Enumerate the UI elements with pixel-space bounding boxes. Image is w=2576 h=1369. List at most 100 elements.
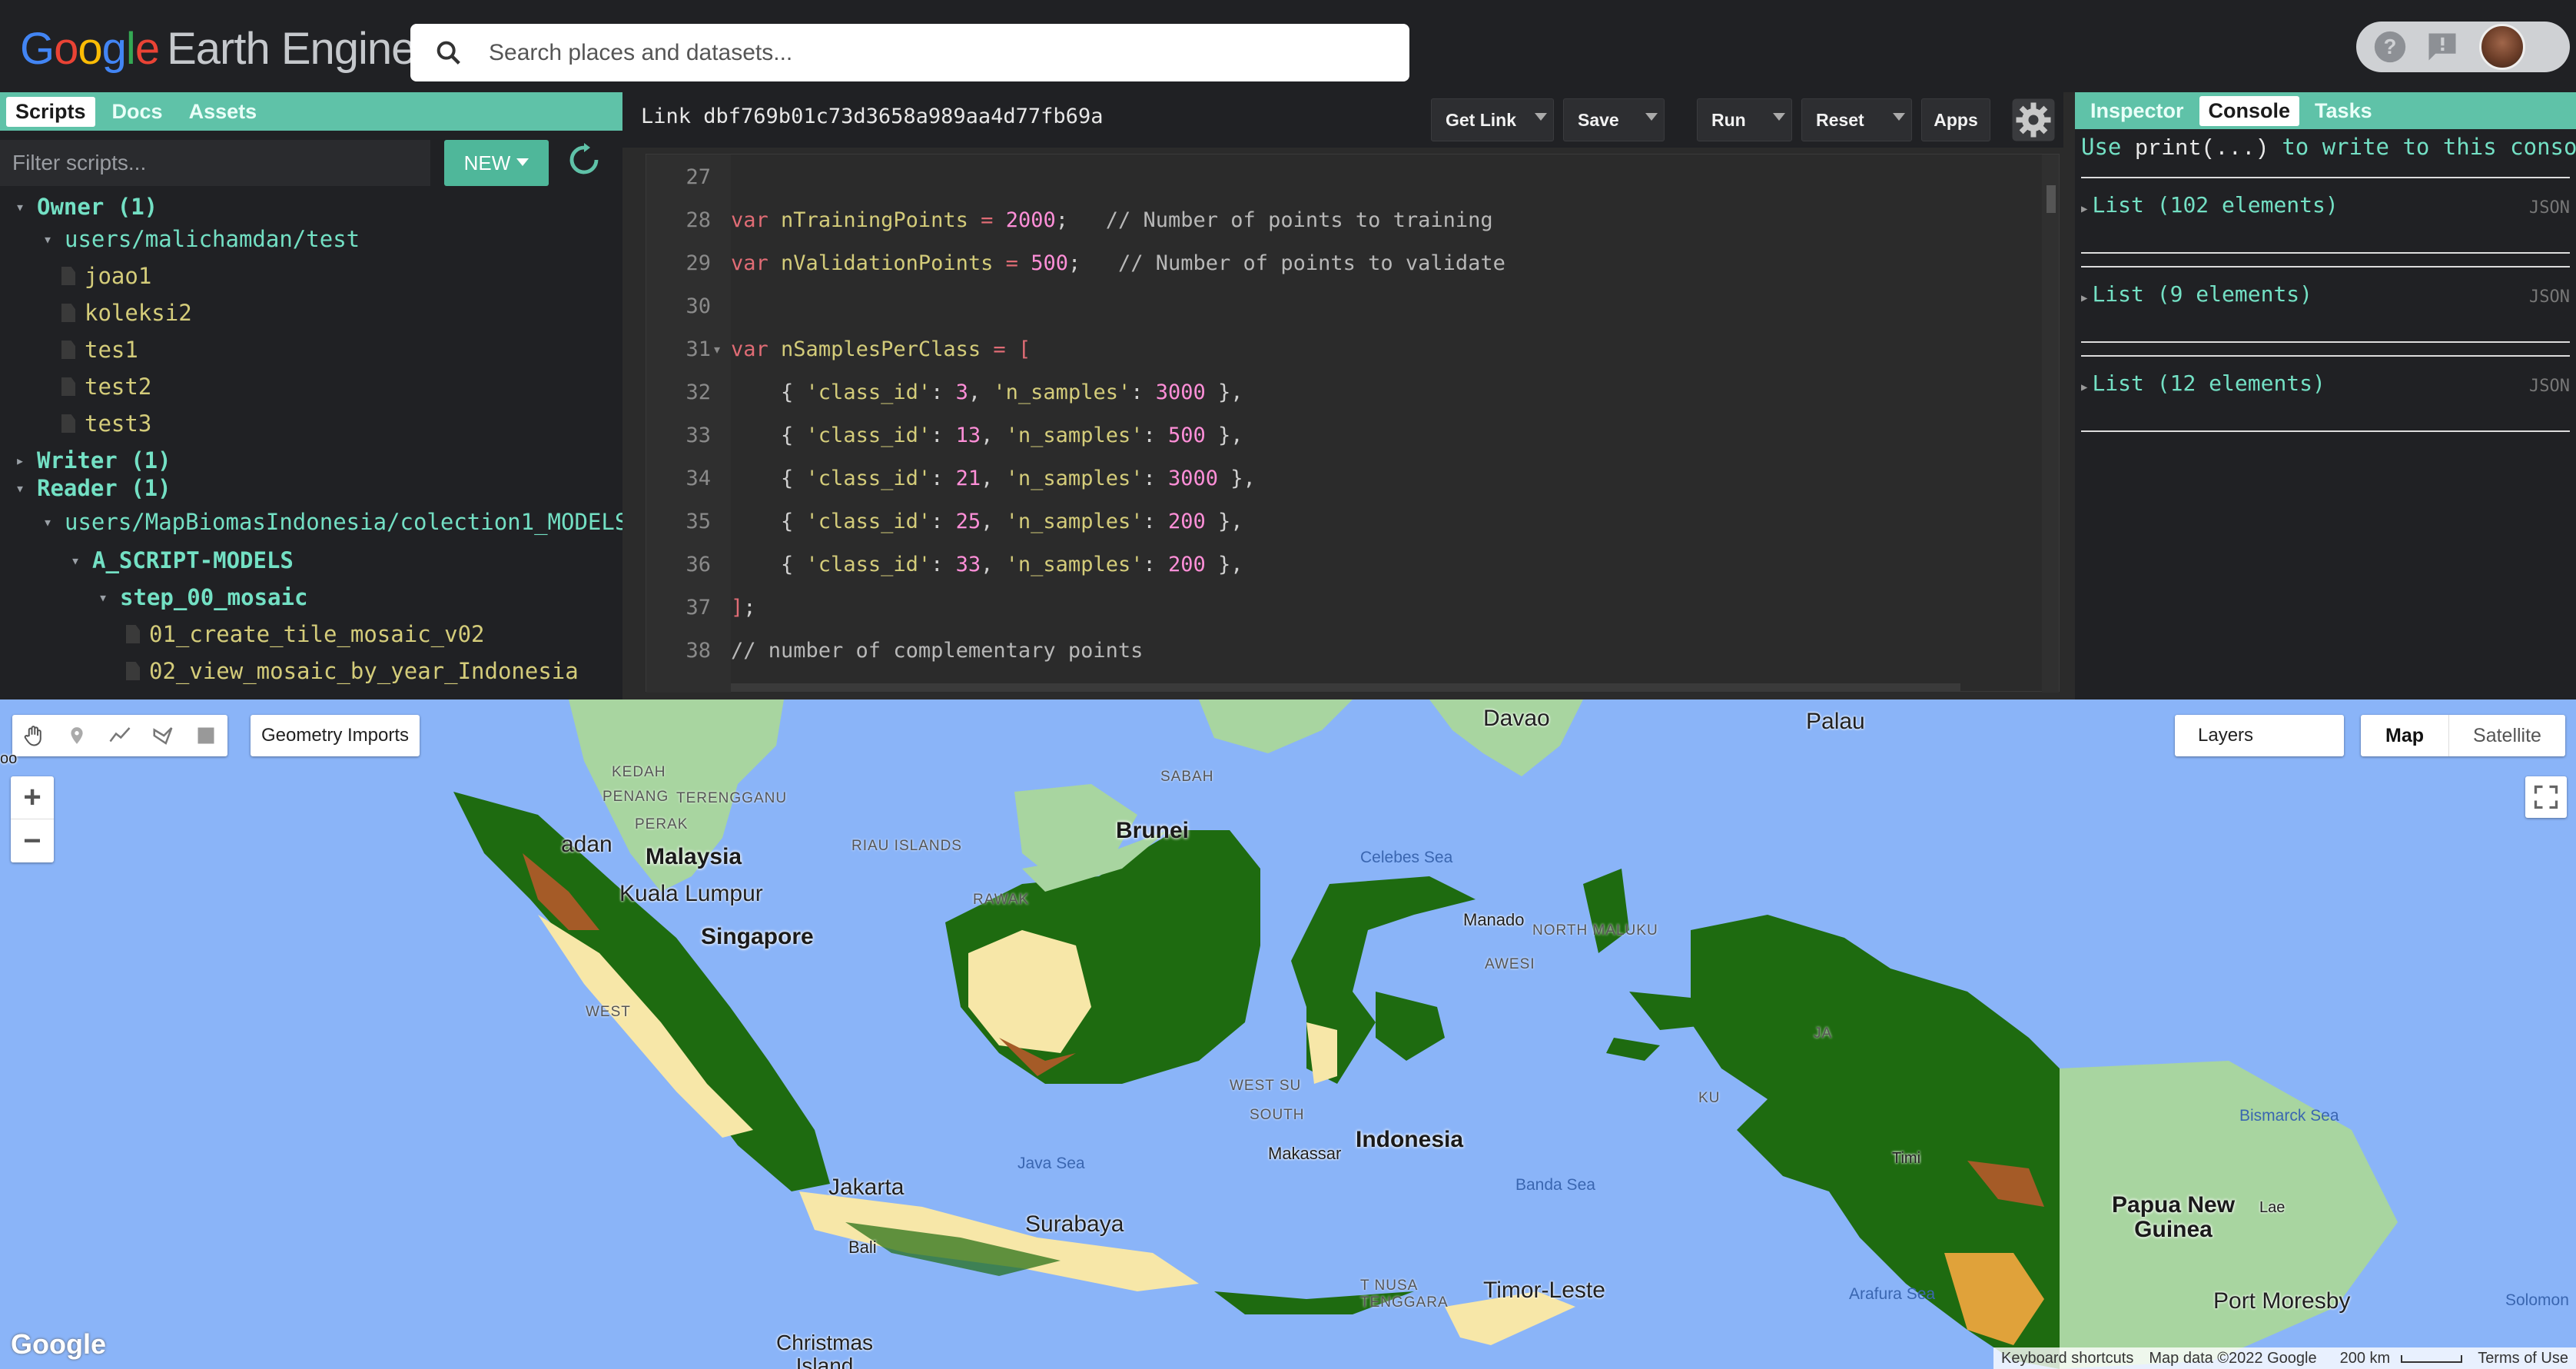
terms-link[interactable]: Terms of Use bbox=[2470, 1350, 2576, 1367]
script-file-item[interactable]: test3 bbox=[61, 410, 151, 437]
expand-arrow-icon[interactable]: ▸ bbox=[15, 451, 31, 470]
dropdown-arrow-icon[interactable] bbox=[1535, 113, 1547, 121]
map-tiles[interactable] bbox=[0, 699, 2576, 1369]
code-editor[interactable]: 27 28 29 30 31 ▾ 32 33 34 35 36 37 38 var nTrainingP… bbox=[646, 154, 2060, 693]
tree-folder[interactable]: ▾ A_SCRIPT-MODELS bbox=[71, 547, 294, 573]
map-canvas[interactable]: Geometry Imports Layers Map Satellite + … bbox=[0, 699, 2576, 1369]
tab-inspector[interactable]: Inspector bbox=[2081, 96, 2193, 126]
code-line[interactable]: { 'class_id': 25, 'n_samples': 200 }, bbox=[731, 510, 1243, 533]
code-line[interactable]: { 'class_id': 33, 'n_samples': 200 }, bbox=[731, 553, 1243, 577]
line-tool[interactable] bbox=[105, 720, 135, 751]
code-line[interactable]: { 'class_id': 21, 'n_samples': 3000 }, bbox=[731, 467, 1256, 490]
geometry-imports-button[interactable]: Geometry Imports bbox=[251, 715, 420, 756]
dropdown-arrow-icon[interactable] bbox=[1645, 113, 1658, 121]
script-file-item[interactable]: 01_create_tile_mosaic_v02 bbox=[126, 621, 485, 647]
code-line[interactable]: { 'class_id': 3, 'n_samples': 3000 }, bbox=[731, 380, 1243, 404]
fullscreen-button[interactable] bbox=[2525, 776, 2567, 818]
left-tabbar: Scripts Docs Assets bbox=[0, 92, 622, 131]
collapse-arrow-icon[interactable]: ▾ bbox=[71, 551, 86, 570]
feedback-button[interactable] bbox=[2424, 28, 2461, 65]
polygon-tool[interactable] bbox=[148, 720, 178, 751]
code-line[interactable]: var nSamplesPerClass = [ bbox=[731, 337, 1031, 361]
console-entry[interactable]: ▶ List (102 elements) JSON bbox=[2081, 177, 2570, 254]
tree-item-label: tes1 bbox=[85, 337, 138, 363]
script-file-item[interactable]: joao1 bbox=[61, 263, 151, 289]
run-button[interactable]: Run bbox=[1697, 98, 1792, 141]
filter-scripts-input[interactable] bbox=[0, 140, 430, 186]
console-entry[interactable]: ▶ List (9 elements) JSON bbox=[2081, 266, 2570, 343]
tab-assets[interactable]: Assets bbox=[180, 97, 267, 127]
console-entry-label[interactable]: ▶ List (102 elements) bbox=[2081, 192, 2339, 218]
collapse-arrow-icon[interactable]: ▾ bbox=[98, 588, 114, 606]
keyboard-shortcuts-link[interactable]: Keyboard shortcuts bbox=[1993, 1350, 2141, 1367]
tab-docs[interactable]: Docs bbox=[103, 97, 172, 127]
expand-arrow-icon[interactable]: ▶ bbox=[2081, 292, 2087, 304]
search-bar[interactable] bbox=[410, 24, 1409, 81]
code-line[interactable]: var nValidationPoints = 500; // Number o… bbox=[731, 251, 1505, 275]
avatar[interactable] bbox=[2479, 24, 2525, 70]
tree-group[interactable]: ▾ Reader (1) bbox=[15, 475, 171, 501]
map-type-map[interactable]: Map bbox=[2361, 715, 2448, 756]
json-toggle[interactable]: JSON bbox=[2529, 287, 2570, 307]
point-tool[interactable] bbox=[61, 720, 92, 751]
tree-folder[interactable]: ▾ users/MapBiomasIndonesia/colection1_MOD… bbox=[43, 509, 622, 535]
dropdown-arrow-icon[interactable] bbox=[1893, 113, 1905, 121]
code-line[interactable]: // number of complementary points bbox=[731, 639, 1143, 663]
script-file-item[interactable]: tes1 bbox=[61, 337, 138, 363]
script-file-item[interactable]: 02_view_mosaic_by_year_Indonesia bbox=[126, 658, 579, 684]
zoom-in-button[interactable]: + bbox=[11, 776, 54, 819]
vertical-scrollbar[interactable] bbox=[2042, 155, 2059, 693]
map-label: Manado bbox=[1463, 910, 1525, 929]
horizontal-scrollbar[interactable] bbox=[731, 683, 1960, 691]
script-link[interactable]: Link dbf769b01c73d3658a989aa4d77fb69a bbox=[641, 105, 1103, 128]
reset-button[interactable]: Reset bbox=[1801, 98, 1912, 141]
tree-folder[interactable]: ▾ step_00_mosaic bbox=[98, 584, 307, 610]
zoom-out-button[interactable]: − bbox=[11, 819, 54, 862]
collapse-arrow-icon[interactable]: ▾ bbox=[15, 479, 31, 497]
get-link-button[interactable]: Get Link bbox=[1431, 98, 1554, 141]
collapse-arrow-icon[interactable]: ▾ bbox=[15, 198, 31, 216]
pan-tool[interactable] bbox=[18, 720, 49, 751]
tree-group[interactable]: ▾ Owner (1) bbox=[15, 194, 158, 220]
gear-icon[interactable] bbox=[2010, 97, 2056, 143]
line-number: 31 bbox=[685, 337, 711, 361]
new-button[interactable]: NEW bbox=[444, 140, 549, 186]
tree-group[interactable]: ▸ Writer (1) bbox=[15, 447, 171, 474]
fold-arrow-icon[interactable]: ▾ bbox=[714, 342, 720, 357]
earth-engine-logo[interactable]: Google Earth Engine bbox=[20, 23, 416, 75]
tab-console[interactable]: Console bbox=[2199, 95, 2300, 126]
tree-item-label: Reader (1) bbox=[37, 475, 171, 501]
console-entry-label[interactable]: ▶ List (12 elements) bbox=[2081, 370, 2325, 396]
console-entry[interactable]: ▶ List (12 elements) JSON bbox=[2081, 355, 2570, 432]
expand-arrow-icon[interactable]: ▶ bbox=[2081, 203, 2087, 215]
scrollbar-thumb[interactable] bbox=[2047, 185, 2056, 213]
rectangle-tool[interactable] bbox=[191, 720, 221, 751]
map-label: Brunei bbox=[1116, 818, 1190, 843]
help-button[interactable]: ? bbox=[2372, 28, 2408, 65]
script-file-item[interactable]: test2 bbox=[61, 374, 151, 400]
tree-folder[interactable]: ▾ users/malichamdan/test bbox=[43, 226, 360, 252]
search-input[interactable] bbox=[489, 39, 1334, 66]
dropdown-arrow-icon[interactable] bbox=[1773, 113, 1785, 121]
map-label: Solomon bbox=[2505, 1291, 2569, 1309]
code-line[interactable]: var nTrainingPoints = 2000; // Number of… bbox=[731, 208, 1493, 232]
tab-tasks[interactable]: Tasks bbox=[2305, 96, 2382, 126]
layers-button[interactable]: Layers bbox=[2175, 715, 2344, 756]
tab-scripts[interactable]: Scripts bbox=[6, 96, 95, 127]
refresh-icon[interactable] bbox=[566, 141, 603, 178]
code-line[interactable]: { 'class_id': 13, 'n_samples': 500 }, bbox=[731, 424, 1243, 447]
expand-arrow-icon[interactable]: ▶ bbox=[2081, 381, 2087, 394]
apps-button[interactable]: Apps bbox=[1921, 98, 1990, 141]
collapse-arrow-icon[interactable]: ▾ bbox=[43, 513, 58, 531]
console-entry-label[interactable]: ▶ List (9 elements) bbox=[2081, 281, 2312, 307]
code-line[interactable]: ]; bbox=[731, 596, 756, 620]
script-file-item[interactable]: koleksi2 bbox=[61, 300, 192, 326]
panel-divider[interactable] bbox=[2063, 92, 2075, 699]
json-toggle[interactable]: JSON bbox=[2529, 198, 2570, 218]
map-type-satellite[interactable]: Satellite bbox=[2448, 715, 2565, 756]
save-button[interactable]: Save bbox=[1563, 98, 1665, 141]
tree-item-label: test3 bbox=[85, 410, 152, 437]
collapse-arrow-icon[interactable]: ▾ bbox=[43, 230, 58, 248]
right-tabbar: Inspector Console Tasks bbox=[2075, 92, 2576, 129]
json-toggle[interactable]: JSON bbox=[2529, 377, 2570, 396]
